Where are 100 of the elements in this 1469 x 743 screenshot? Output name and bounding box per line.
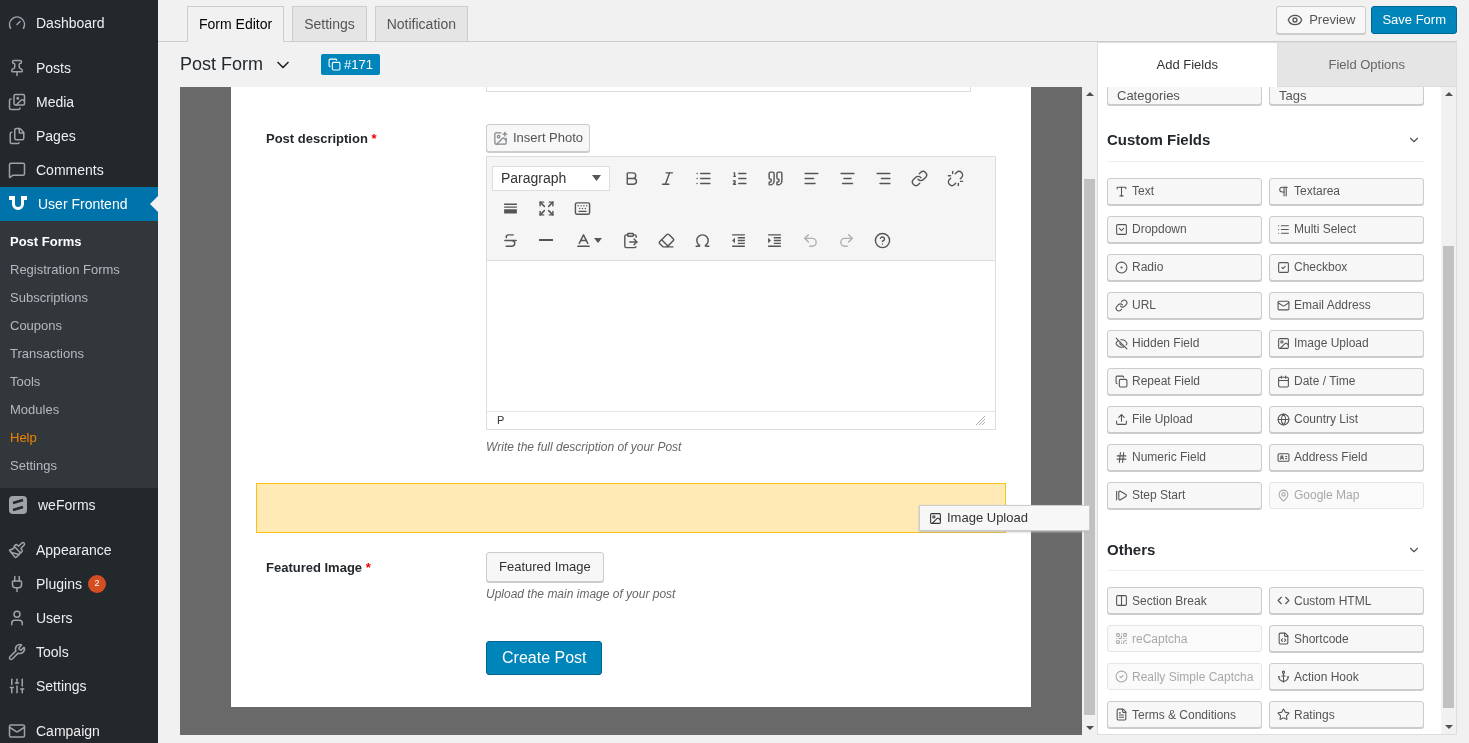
section-title: Others	[1107, 539, 1156, 560]
submenu-item[interactable]: Settings	[0, 452, 158, 480]
numbered-list-icon	[730, 169, 748, 187]
tab[interactable]: Form Editor	[187, 6, 285, 42]
menu-item[interactable]: weForms	[0, 488, 158, 522]
comment-icon	[8, 161, 26, 179]
submenu-item[interactable]: Transactions	[0, 340, 158, 368]
media-icon	[8, 93, 26, 111]
field-button[interactable]: Hidden Field	[1107, 329, 1262, 357]
copy-icon	[1115, 374, 1128, 388]
eraser-icon	[657, 231, 675, 249]
id-card-icon	[1277, 450, 1290, 464]
insert-photo-button[interactable]: Insert Photo	[486, 124, 591, 152]
submenu-item[interactable]: Post Forms	[0, 228, 158, 256]
help-text: Write the full description of your Post	[486, 439, 683, 456]
field-button[interactable]: Repeat Field	[1107, 367, 1262, 395]
field-button[interactable]: Email Address	[1269, 291, 1424, 319]
preview-button[interactable]: Preview	[1276, 6, 1367, 34]
dropdown-icon	[1115, 222, 1128, 236]
field-button[interactable]: Radio	[1107, 253, 1262, 281]
tab[interactable]: Settings	[292, 6, 367, 42]
menu-item[interactable]: Tools	[0, 635, 158, 669]
copy-icon	[328, 58, 341, 71]
menu-item[interactable]: Posts	[0, 51, 158, 85]
submenu-item[interactable]: Registration Forms	[0, 256, 158, 284]
logo-icon	[8, 495, 28, 515]
field-button[interactable]: Ratings	[1269, 701, 1424, 728]
paste-icon	[621, 231, 639, 249]
submenu-item[interactable]: Tools	[0, 368, 158, 396]
submenu-item[interactable]: Modules	[0, 396, 158, 424]
check-circle-icon	[1115, 670, 1128, 683]
field-button[interactable]: Checkbox	[1269, 253, 1424, 281]
create-post-button[interactable]: Create Post	[486, 641, 603, 675]
pages-icon	[8, 127, 26, 145]
field-button[interactable]: URL	[1107, 291, 1262, 319]
field-button[interactable]: Terms & Conditions	[1107, 701, 1262, 728]
submenu-item[interactable]: Subscriptions	[0, 284, 158, 312]
menu-item[interactable]: Settings	[0, 669, 158, 703]
scroll-up-icon[interactable]	[1444, 92, 1453, 96]
sliders-icon	[8, 677, 26, 695]
field-button[interactable]: Categories	[1107, 87, 1262, 105]
field-button[interactable]: Tags	[1269, 87, 1424, 105]
menu-item[interactable]: Users	[0, 601, 158, 635]
scroll-up-icon[interactable]	[1085, 92, 1094, 96]
keyboard-icon	[573, 199, 591, 217]
menu-item[interactable]: Pages	[0, 119, 158, 153]
indent-icon	[765, 231, 783, 249]
field-button[interactable]: Section Break	[1107, 587, 1262, 614]
menu-item[interactable]: Campaign	[0, 714, 158, 743]
scroll-down-icon[interactable]	[1444, 725, 1453, 729]
form-id-badge[interactable]: #171	[321, 54, 380, 75]
menu-item[interactable]: Media	[0, 85, 158, 119]
field-label: Featured Image *	[266, 559, 372, 577]
eye-icon	[1287, 12, 1304, 28]
field-button[interactable]: Shortcode	[1269, 625, 1424, 652]
field-button[interactable]: Country List	[1269, 405, 1424, 433]
field-button[interactable]: Text	[1107, 177, 1262, 205]
field-label: Post description *	[266, 130, 378, 148]
field-button[interactable]: Step Start	[1107, 481, 1262, 509]
save-button[interactable]: Save Form	[1371, 6, 1457, 34]
field-button[interactable]: Custom HTML	[1269, 587, 1424, 614]
caret-icon	[593, 237, 602, 243]
qr-icon	[1115, 632, 1128, 645]
input-field[interactable]	[486, 87, 971, 92]
gauge-icon	[8, 14, 26, 32]
step-icon	[1115, 488, 1128, 502]
globe-icon	[1277, 412, 1290, 426]
section-title: Custom Fields	[1107, 130, 1211, 150]
format-select[interactable]: Paragraph	[492, 165, 610, 191]
field-button[interactable]: Action Hook	[1269, 663, 1424, 690]
tab[interactable]: Notification	[374, 6, 468, 42]
calendar-icon	[1277, 374, 1290, 388]
code-icon	[1277, 594, 1290, 607]
field-button[interactable]: Date / Time	[1269, 367, 1424, 395]
field-button[interactable]: Multi Select	[1269, 215, 1424, 243]
hash-icon	[1115, 450, 1128, 464]
submenu-item[interactable]: Coupons	[0, 312, 158, 340]
field-button[interactable]: Numeric Field	[1107, 443, 1262, 471]
menu-item[interactable]: User Frontend	[0, 187, 158, 221]
featured-image-button[interactable]: Featured Image	[486, 552, 604, 582]
scroll-down-icon[interactable]	[1085, 726, 1094, 730]
scrollbar[interactable]	[1441, 87, 1456, 734]
field-button[interactable]: File Upload	[1107, 405, 1262, 433]
menu-item[interactable]: Dashboard	[0, 6, 158, 40]
form-title: Post Form	[180, 53, 263, 76]
field-button[interactable]: Image Upload	[1269, 329, 1424, 357]
panel-tab[interactable]: Field Options	[1276, 43, 1456, 87]
menu-item[interactable]: Plugins 2	[0, 567, 158, 601]
menu-item[interactable]: Comments	[0, 153, 158, 187]
map-pin-icon	[1277, 488, 1290, 502]
envelope-icon	[8, 722, 26, 740]
menu-item[interactable]: Appearance	[0, 533, 158, 567]
drag-helper[interactable]: Image Upload	[919, 505, 1090, 531]
field-button[interactable]: Address Field	[1269, 443, 1424, 471]
resize-grip-icon[interactable]	[976, 416, 985, 425]
field-button[interactable]: Dropdown	[1107, 215, 1262, 243]
wrench-icon	[8, 643, 26, 661]
submenu-item[interactable]: Help	[0, 424, 158, 452]
upload-icon	[1115, 412, 1128, 426]
field-button[interactable]: Textarea	[1269, 177, 1424, 205]
